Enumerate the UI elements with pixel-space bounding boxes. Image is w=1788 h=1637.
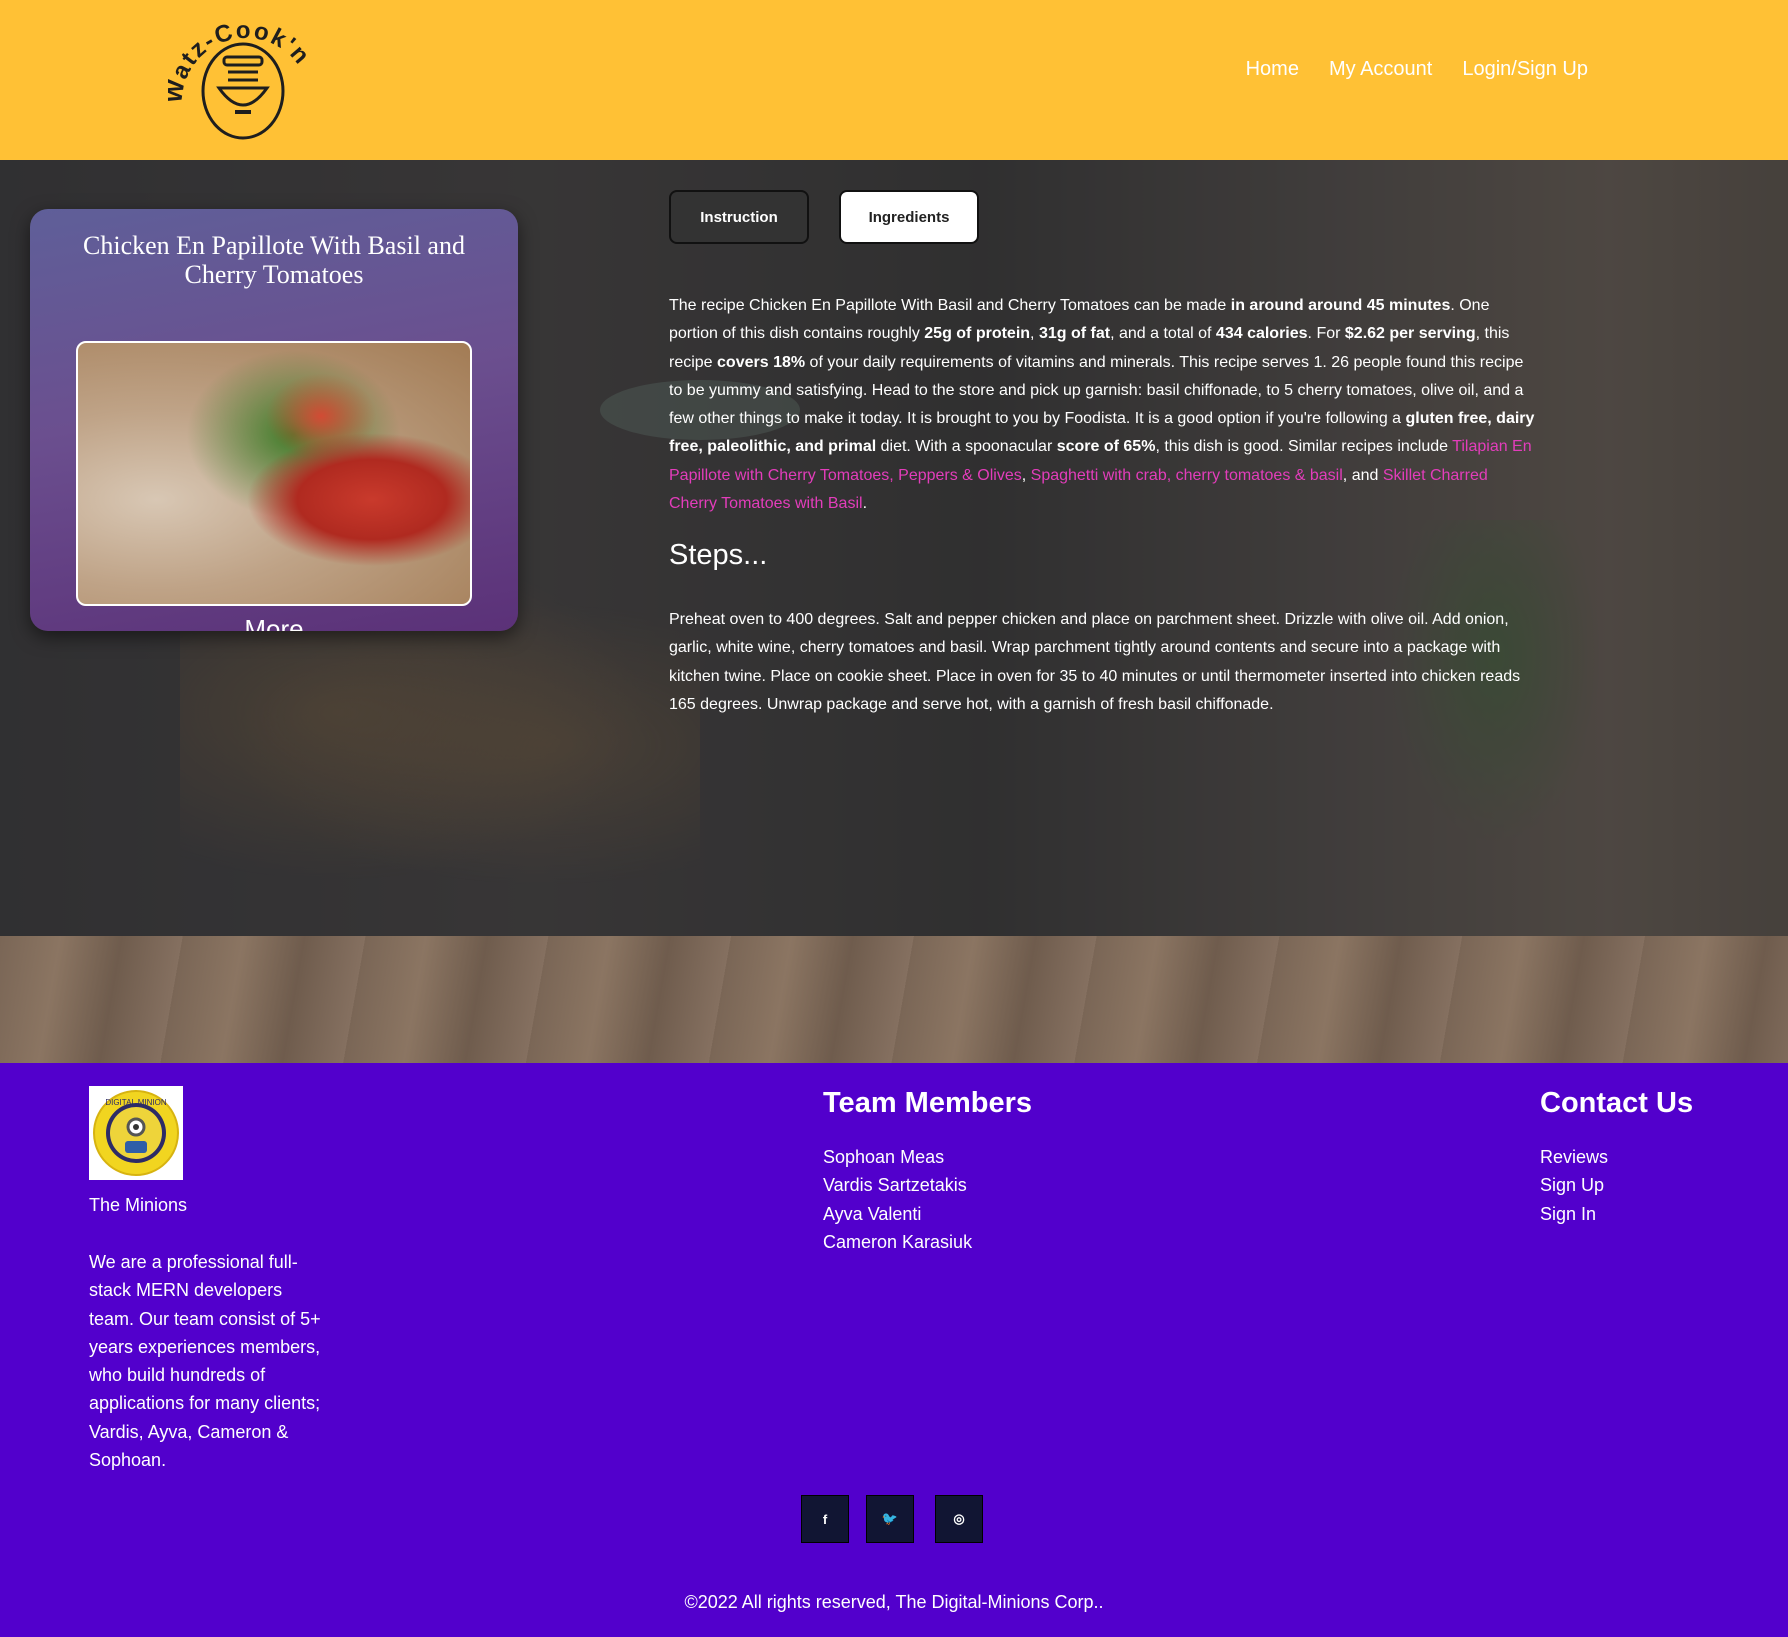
logo-bowl-icon: Watz-Cook'n — [160, 17, 316, 140]
recipe-photo — [76, 341, 472, 606]
nav-login-signup-link[interactable]: Login/Sign Up — [1462, 58, 1588, 81]
steps-heading: Steps... — [669, 539, 768, 571]
twitter-button[interactable]: 🐦 — [866, 1495, 914, 1543]
tab-ingredients[interactable]: Ingredients — [839, 190, 979, 244]
team-member: Sophoan Meas — [823, 1147, 945, 1167]
copyright-text: ©2022 All rights reserved, The Digital-M… — [684, 1592, 1104, 1612]
similar-recipe-link[interactable]: Spaghetti with crab, cherry tomatoes & b… — [1031, 467, 1343, 484]
contact-links: Reviews Sign Up Sign In — [1540, 1143, 1608, 1228]
reviews-link[interactable]: Reviews — [1540, 1143, 1608, 1171]
instagram-button[interactable]: ◎ — [935, 1495, 983, 1543]
team-about: We are a professional full-stack MERN de… — [89, 1252, 321, 1471]
main-nav: Home My Account Login/Sign Up — [1246, 58, 1588, 81]
minion-logo: DIGITAL MINION — [89, 1086, 183, 1180]
recipe-card: Chicken En Papillote With Basil and Cher… — [30, 209, 518, 631]
recipe-tabs: Instruction Ingredients — [669, 190, 979, 244]
team-member: Cameron Karasiuk — [823, 1231, 973, 1252]
nav-home-link[interactable]: Home — [1246, 58, 1299, 81]
recipe-title: Chicken En Papillote With Basil and Cher… — [83, 231, 465, 289]
team-member: Vardis Sartzetakis — [823, 1175, 967, 1196]
sign-up-link[interactable]: Sign Up — [1540, 1171, 1608, 1199]
tab-instruction[interactable]: Instruction — [669, 190, 809, 244]
team-member: Ayva Valenti — [823, 1203, 922, 1224]
facebook-button[interactable]: f — [801, 1495, 849, 1543]
instagram-icon: ◎ — [953, 1511, 965, 1526]
minion-logo-icon: DIGITAL MINION — [93, 1090, 179, 1176]
facebook-icon: f — [822, 1511, 828, 1527]
site-logo[interactable]: Watz-Cook'n — [160, 12, 318, 148]
nav-my-account-link[interactable]: My Account — [1329, 58, 1432, 81]
recipe-summary: The recipe Chicken En Papillote With Bas… — [669, 297, 1535, 513]
site-header: Watz-Cook'n Home My Account Login/Sign U… — [0, 0, 1788, 160]
svg-text:Watz-Cook'n: Watz-Cook'n — [168, 17, 316, 105]
contact-us-heading: Contact Us — [1540, 1087, 1694, 1119]
svg-text:DIGITAL MINION: DIGITAL MINION — [105, 1098, 167, 1107]
team-members-list: Sophoan Meas Vardis Sartzetakis Ayva Val… — [823, 1143, 972, 1256]
steps-text: Preheat oven to 400 degrees. Salt and pe… — [669, 611, 1521, 713]
background-floor — [0, 936, 1788, 1063]
more-button[interactable]: More — [30, 614, 518, 631]
team-name: The Minions — [89, 1195, 188, 1215]
twitter-icon: 🐦 — [881, 1511, 899, 1526]
sign-in-link[interactable]: Sign In — [1540, 1200, 1608, 1228]
team-members-heading: Team Members — [823, 1087, 1032, 1119]
